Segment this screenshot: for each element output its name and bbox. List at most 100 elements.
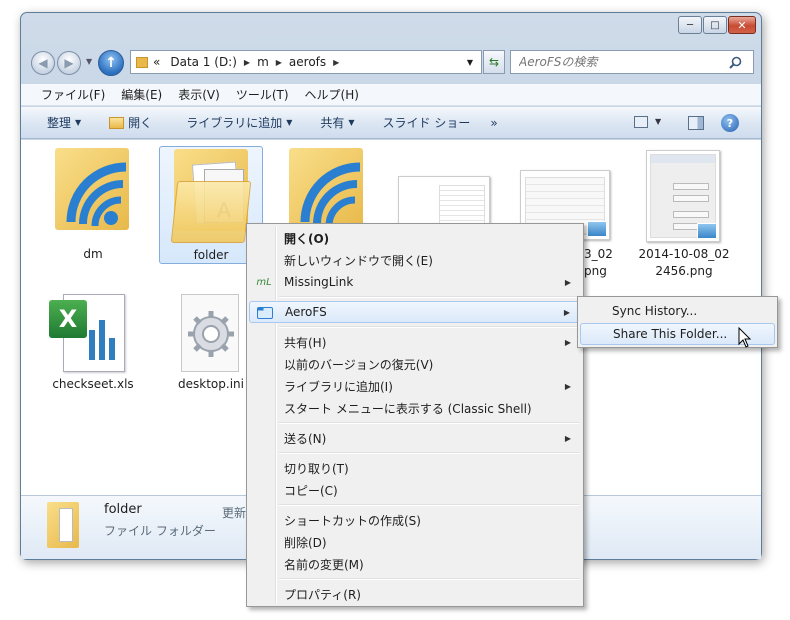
context-menu-item[interactable]: 切り取り(T) — [249, 457, 581, 479]
preview-pane-icon[interactable] — [688, 116, 704, 130]
menu-item-label: 以前のバージョンの復元(V) — [284, 357, 434, 372]
context-menu-item[interactable]: 共有(H) ▶ — [249, 331, 581, 353]
refresh-button[interactable]: ⇆ — [483, 50, 505, 74]
maximize-button[interactable]: □ — [703, 16, 727, 34]
menu-edit[interactable]: 編集(E) — [113, 86, 170, 103]
more-commands-button[interactable]: » — [480, 116, 507, 130]
menu-help[interactable]: ヘルプ(H) — [297, 86, 367, 103]
view-options-icon[interactable] — [634, 116, 648, 128]
picture-badge-icon — [587, 221, 607, 237]
add-to-library-button[interactable]: ライブラリに追加 ▼ — [176, 114, 302, 131]
menu-separator — [279, 422, 579, 424]
file-item[interactable]: X checkseet.xls — [41, 290, 145, 400]
chevron-down-icon[interactable]: ▼ — [655, 117, 661, 126]
help-icon[interactable]: ? — [721, 114, 739, 132]
context-menu-item[interactable]: 新しいウィンドウで開く(E) — [249, 249, 581, 271]
context-menu-item[interactable]: ショートカットの作成(S) — [249, 509, 581, 531]
menu-separator — [279, 452, 579, 454]
chevron-down-icon: ▼ — [286, 118, 293, 127]
slideshow-button[interactable]: スライド ショー — [373, 114, 481, 131]
submenu-arrow-icon: ▶ — [564, 337, 571, 347]
menu-item-label: コピー(C) — [284, 483, 338, 498]
menu-bar: ファイル(F) 編集(E) 表示(V) ツール(T) ヘルプ(H) — [21, 84, 761, 106]
close-button[interactable]: ✕ — [728, 16, 756, 34]
menu-item-label: Share This Folder... — [613, 327, 728, 341]
menu-separator — [279, 326, 579, 328]
file-name: dm — [83, 247, 103, 261]
menu-item-label: スタート メニューに表示する (Classic Shell) — [284, 401, 532, 416]
menu-item-label: Sync History... — [612, 304, 698, 318]
menu-item-label: プロパティ(R) — [284, 587, 361, 602]
menu-item-label: 送る(N) — [284, 431, 327, 446]
add-to-library-label: ライブラリに追加 — [186, 116, 283, 130]
up-button[interactable]: ↑ — [98, 50, 124, 76]
submenu-arrow-icon: ▶ — [564, 433, 571, 443]
open-button[interactable]: 開く — [99, 114, 162, 131]
chevron-right-icon[interactable]: ▶ — [274, 58, 284, 67]
menu-item-label: MissingLink — [284, 275, 354, 289]
menu-view[interactable]: 表示(V) — [170, 86, 228, 103]
menu-item-label: 新しいウィンドウで開く(E) — [284, 253, 433, 268]
submenu-item[interactable]: Sync History... — [580, 300, 775, 322]
minimize-button[interactable]: ─ — [678, 16, 702, 34]
share-label: 共有 — [320, 116, 345, 130]
open-folder-icon — [109, 116, 125, 129]
menu-item-label: 名前の変更(M) — [284, 557, 364, 572]
menu-item-label: AeroFS — [285, 305, 327, 319]
details-type: ファイル フォルダー — [104, 524, 216, 538]
folder-icon — [47, 502, 79, 548]
details-modified-label: 更新 — [222, 506, 247, 520]
chevron-right-icon[interactable]: ▶ — [331, 58, 341, 67]
menu-item-label: ライブラリに追加(I) — [284, 379, 393, 394]
back-button[interactable]: ◀ — [31, 51, 55, 75]
context-menu-item[interactable]: 送る(N) ▶ — [249, 427, 581, 449]
file-name: checkseet.xls — [52, 377, 134, 391]
folder-small-icon — [136, 56, 148, 68]
context-menu-item[interactable]: 開く(O) — [249, 227, 581, 249]
breadcrumb-item[interactable]: Data 1 (D:) — [165, 55, 242, 69]
file-name: 3_02 png — [584, 247, 613, 278]
address-bar[interactable]: « Data 1 (D:) ▶ m ▶ aerofs ▶ ▼ — [130, 50, 482, 74]
context-menu-item[interactable]: 名前の変更(M) — [249, 553, 581, 575]
context-menu-item[interactable]: 以前のバージョンの復元(V) — [249, 353, 581, 375]
context-menu-item[interactable]: AeroFS ▶ — [249, 301, 581, 323]
context-menu-item[interactable]: mL MissingLink ▶ — [249, 271, 581, 293]
menu-item-label: 共有(H) — [284, 335, 327, 350]
chevron-down-icon: ▼ — [348, 118, 355, 127]
chevron-right-icon[interactable]: ▶ — [242, 58, 252, 67]
open-label: 開く — [128, 116, 153, 130]
file-name: 2014-10-08_02 2456.png — [638, 247, 730, 278]
context-menu-item[interactable]: ライブラリに追加(I) ▶ — [249, 375, 581, 397]
share-button[interactable]: 共有 ▼ — [310, 114, 364, 131]
context-menu-item[interactable]: 削除(D) — [249, 531, 581, 553]
image-thumbnail[interactable] — [646, 150, 720, 242]
breadcrumb-overflow[interactable]: « — [148, 55, 165, 69]
context-menu-item[interactable]: スタート メニューに表示する (Classic Shell) — [249, 397, 581, 419]
breadcrumb-item[interactable]: m — [252, 55, 274, 69]
forward-button[interactable]: ▶ — [57, 51, 81, 75]
menu-tools[interactable]: ツール(T) — [228, 86, 297, 103]
context-menu: 開く(O) 新しいウィンドウで開く(E) mL MissingLink ▶ AeroFS ▶… — [246, 223, 584, 607]
context-menu-item[interactable]: プロパティ(R) — [249, 583, 581, 605]
context-menu-item[interactable]: コピー(C) — [249, 479, 581, 501]
search-box[interactable] — [510, 50, 754, 74]
menu-file[interactable]: ファイル(F) — [33, 86, 113, 103]
aerofs-icon — [257, 304, 273, 320]
chevron-down-icon[interactable]: ▼ — [467, 58, 481, 67]
file-item[interactable]: dm — [41, 146, 145, 264]
menu-item-label: 削除(D) — [284, 535, 327, 550]
menu-separator — [279, 296, 579, 298]
search-icon[interactable] — [725, 56, 745, 69]
menu-separator — [279, 504, 579, 506]
submenu-arrow-icon: ▶ — [564, 277, 571, 287]
recent-pages-dropdown-icon[interactable]: ▼ — [86, 57, 92, 66]
command-bar: 整理 ▼ 開く ライブラリに追加 ▼ 共有 ▼ スライド ショー » — [21, 107, 761, 139]
picture-badge-icon — [697, 223, 717, 239]
missinglink-icon: mL — [256, 276, 272, 288]
submenu-arrow-icon: ▶ — [563, 307, 570, 317]
breadcrumb-item[interactable]: aerofs — [284, 55, 331, 69]
menu-separator — [279, 578, 579, 580]
organize-button[interactable]: 整理 ▼ — [37, 114, 91, 131]
menu-item-label: ショートカットの作成(S) — [284, 513, 421, 528]
search-input[interactable] — [511, 52, 725, 72]
